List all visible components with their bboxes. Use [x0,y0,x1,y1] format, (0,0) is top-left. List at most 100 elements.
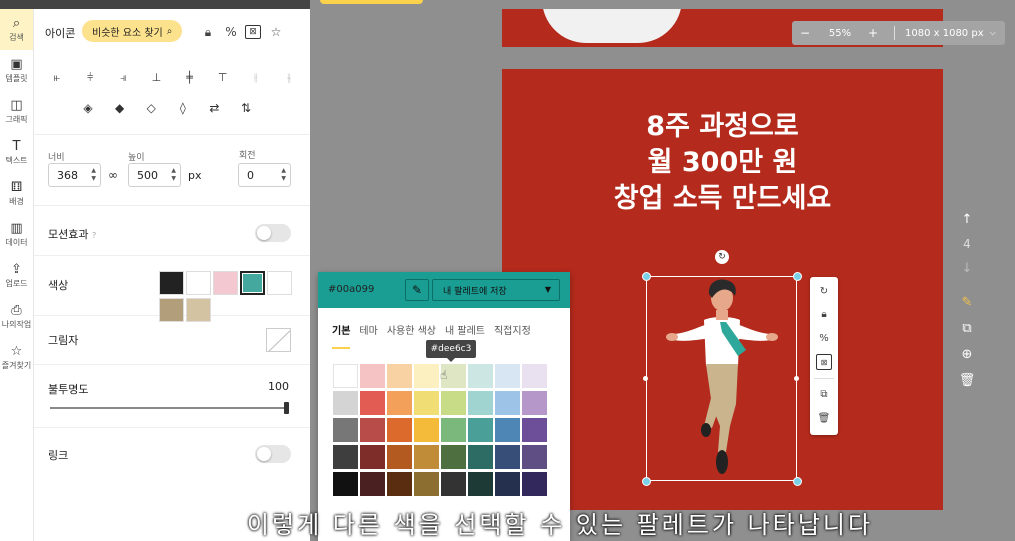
tab-theme[interactable]: 테마 [359,322,377,337]
resize-handle-ne[interactable] [793,272,802,281]
align-middle-v-icon[interactable]: ╪ [181,71,199,85]
color-grid-cell[interactable] [522,445,547,469]
zoom-in-button[interactable]: + [862,26,884,40]
color-grid-cell[interactable] [360,391,385,415]
delete-icon[interactable]: 🗑︎ [816,410,832,426]
top-yellow-button[interactable] [320,0,423,4]
bring-to-front-icon[interactable]: ◈ [79,101,97,115]
color-grid-cell[interactable] [333,364,358,388]
favorite-star-icon[interactable]: ☆ [268,25,284,39]
align-left-icon[interactable]: ⫦ [48,71,66,85]
send-backward-icon[interactable]: ◇ [142,101,160,115]
color-grid-cell[interactable] [468,391,493,415]
sidebar-item-favorites[interactable]: ☆ 즐겨찾기 [0,337,33,378]
lock-icon[interactable]: 🔒︎ [816,306,832,322]
resize-handle-nw[interactable] [642,272,651,281]
add-page-icon[interactable]: ⊕ [952,347,982,362]
opacity-slider-handle[interactable] [284,402,289,414]
color-grid-cell[interactable] [333,472,358,496]
color-grid-cell[interactable] [387,445,412,469]
color-grid-cell[interactable] [414,445,439,469]
color-grid-cell[interactable] [495,472,520,496]
color-grid-cell[interactable] [495,418,520,442]
color-swatch[interactable] [186,298,211,322]
help-icon[interactable]: ? [92,231,96,240]
sidebar-item-upload[interactable]: ⇪ 업로드 [0,255,33,296]
color-grid-cell[interactable] [387,391,412,415]
link-toggle[interactable] [255,445,291,463]
color-grid-cell[interactable] [441,391,466,415]
link-ratio-icon[interactable]: ∞ [108,168,118,182]
color-swatch[interactable] [159,271,184,295]
color-grid-cell[interactable] [441,418,466,442]
tab-my-palette[interactable]: 내 팔레트 [445,322,485,337]
transparency-icon[interactable]: % [223,25,239,39]
save-to-palette-dropdown[interactable]: 내 팔레트에 저장 ▼ [432,279,560,301]
bring-forward-icon[interactable]: ◆ [111,101,129,115]
resize-handle-se[interactable] [793,477,802,486]
find-similar-button[interactable]: 비슷한 요소 찾기 ⌕ [82,20,183,42]
color-grid-cell[interactable] [360,364,385,388]
color-grid-cell[interactable] [414,472,439,496]
zoom-level[interactable]: 55% [818,28,862,39]
flip-vertical-icon[interactable]: ⇅ [237,101,255,115]
headline-text[interactable]: 8주 과정으로 월 300만 원 창업 소득 만드세요 [502,109,943,217]
replace-image-icon[interactable]: ⊠ [245,25,261,39]
send-to-back-icon[interactable]: ◊ [174,101,192,115]
color-grid-cell[interactable] [414,391,439,415]
sidebar-item-background[interactable]: ⚅ 배경 [0,173,33,214]
refresh-icon[interactable]: ↻ [816,283,832,299]
color-grid-cell[interactable] [414,418,439,442]
align-center-h-icon[interactable]: ⫩ [81,71,99,85]
shadow-none-button[interactable] [266,328,291,352]
height-stepper-icon[interactable]: ▲ ▼ [171,167,176,183]
color-grid-cell[interactable] [495,364,520,388]
color-swatch[interactable] [213,271,238,295]
page-up-icon[interactable]: ↑ [952,212,982,227]
resize-handle-w[interactable] [643,376,648,381]
width-stepper-icon[interactable]: ▲ ▼ [91,167,96,183]
align-bottom-icon[interactable]: ⊥ [147,71,165,85]
color-grid-cell[interactable] [495,391,520,415]
duplicate-page-icon[interactable]: ⧉ [952,321,982,336]
replace-image-icon[interactable]: ⊠ [816,354,832,370]
canvas-size[interactable]: 1080 x 1080 px [905,28,984,39]
color-dropper-icon[interactable]: ✎ [952,295,982,310]
flip-horizontal-icon[interactable]: ⇄ [205,101,223,115]
delete-page-icon[interactable]: 🗑︎ [952,373,982,388]
tab-used-colors[interactable]: 사용한 색상 [387,322,436,337]
color-grid-cell[interactable] [468,418,493,442]
color-grid-cell[interactable] [495,445,520,469]
sidebar-item-my-work[interactable]: ⎙ 나의작업 [0,296,33,337]
opacity-slider-track[interactable] [50,407,288,409]
color-grid-cell[interactable] [522,418,547,442]
sidebar-item-text[interactable]: T 텍스트 [0,132,33,173]
sidebar-item-template[interactable]: ▣ 템플릿 [0,50,33,91]
color-grid-cell[interactable] [522,364,547,388]
color-grid-cell[interactable] [333,418,358,442]
rotate-stepper-icon[interactable]: ▲ ▼ [281,167,286,183]
sidebar-item-graphic[interactable]: ◫ 그래픽 [0,91,33,132]
color-grid-cell[interactable] [360,472,385,496]
color-grid-cell[interactable] [360,418,385,442]
transparency-icon[interactable]: % [816,330,832,346]
lock-icon[interactable]: 🔒︎ [200,25,216,39]
rotate-input[interactable]: 0 ▲ ▼ [238,163,291,187]
sidebar-item-search[interactable]: ⌕ 검색 [0,9,33,50]
tab-custom[interactable]: 직접지정 [494,322,531,337]
tab-basic[interactable]: 기본 [332,322,350,337]
color-grid-cell[interactable] [468,472,493,496]
color-grid-cell[interactable] [387,364,412,388]
zoom-out-button[interactable]: − [792,26,818,40]
copy-icon[interactable]: ⧉ [816,386,832,402]
width-input[interactable]: 368 ▲ ▼ [48,163,101,187]
color-grid-cell[interactable] [360,445,385,469]
sidebar-item-data[interactable]: ▥ 데이터 [0,214,33,255]
color-grid-cell[interactable] [333,391,358,415]
rotate-handle-icon[interactable]: ↻ [715,250,729,264]
color-swatch[interactable] [240,271,265,295]
color-grid-cell[interactable] [522,472,547,496]
color-grid-cell[interactable] [387,418,412,442]
resize-handle-e[interactable] [794,376,799,381]
color-grid-cell[interactable] [414,364,439,388]
